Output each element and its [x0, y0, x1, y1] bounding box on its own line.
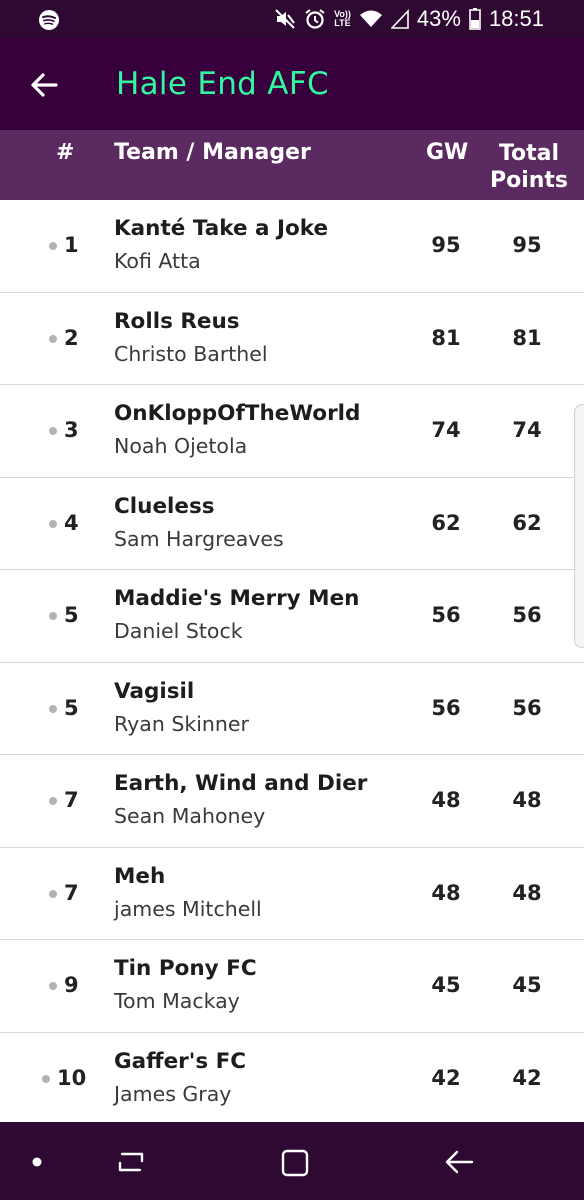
movement-dot-icon	[49, 242, 57, 250]
spotify-icon	[39, 10, 59, 30]
page-title: Hale End AFC	[116, 66, 329, 102]
wifi-icon	[359, 10, 382, 27]
gw-points: 45	[431, 973, 461, 997]
total-points: 45	[512, 973, 542, 997]
team-name: Gaffer's FC	[114, 1048, 247, 1074]
total-header-line1: Total	[498, 141, 560, 166]
clock: 18:51	[488, 6, 544, 31]
gw-column-header: GW	[426, 140, 469, 165]
table-header: # Team / Manager GW Total Points	[0, 130, 584, 200]
movement-dot-icon	[49, 334, 57, 343]
team-name: Clueless	[114, 493, 215, 519]
total-points: 48	[512, 880, 542, 905]
team-name: Kanté Take a Joke	[114, 216, 329, 241]
gw-points: 62	[431, 510, 461, 535]
movement-dot-icon	[49, 797, 57, 805]
table-row[interactable]: 2 Rolls Reus Christo Barthel 81 81	[0, 293, 584, 385]
back-arrow-icon[interactable]	[22, 62, 68, 108]
recent-apps-icon[interactable]	[114, 1148, 148, 1176]
table-row[interactable]: 1 Kanté Take a Joke Kofi Atta 95 95	[0, 200, 584, 293]
total-points: 56	[512, 695, 542, 720]
battery-percent: 43%	[416, 6, 461, 31]
gw-points: 56	[431, 603, 461, 627]
gw-points: 48	[431, 788, 461, 812]
rank-column-header: #	[56, 140, 75, 165]
manager-name: Tom Mackay	[114, 989, 240, 1013]
rank: 7	[64, 880, 79, 905]
manager-name: Kofi Atta	[114, 249, 201, 273]
app-bar: Hale End AFC	[0, 38, 584, 130]
team-manager-column-header: Team / Manager	[114, 140, 311, 165]
total-points: 56	[512, 603, 542, 627]
team-name: OnKloppOfTheWorld	[114, 401, 361, 426]
status-bar: Vo)) LTE 43% 18:51	[0, 0, 584, 38]
table-row[interactable]: 7 Earth, Wind and Dier Sean Mahoney 48 4…	[0, 755, 584, 848]
team-name: Rolls Reus	[114, 308, 240, 334]
gw-points: 74	[431, 418, 461, 442]
rank: 4	[64, 510, 79, 535]
total-points: 48	[512, 788, 542, 812]
team-name: Vagisil	[114, 678, 195, 704]
total-points: 42	[512, 1065, 542, 1090]
table-row[interactable]: 9 Tin Pony FC Tom Mackay 45 45	[0, 940, 584, 1033]
table-row[interactable]: 10 Gaffer's FC James Gray 42 42	[0, 1033, 584, 1125]
signal-icon	[390, 9, 409, 29]
rank: 5	[64, 695, 79, 720]
manager-name: Daniel Stock	[114, 619, 243, 643]
total-points: 74	[512, 418, 542, 442]
rank: 9	[64, 973, 79, 997]
movement-dot-icon	[49, 982, 57, 990]
movement-dot-icon	[49, 889, 57, 898]
manager-name: Noah Ojetola	[114, 434, 248, 458]
gw-points: 48	[431, 880, 461, 905]
rank: 7	[64, 788, 79, 812]
manager-name: James Gray	[114, 1081, 232, 1106]
movement-dot-icon	[42, 1074, 50, 1083]
rank: 2	[64, 325, 79, 350]
movement-dot-icon	[49, 519, 57, 528]
mute-icon	[275, 9, 295, 29]
gw-points: 56	[431, 695, 461, 720]
rank: 5	[64, 603, 79, 627]
total-points: 62	[512, 510, 542, 535]
manager-name: Christo Barthel	[114, 341, 268, 366]
alarm-icon	[305, 9, 325, 29]
manager-name: Sean Mahoney	[114, 804, 266, 828]
scrollbar-handle[interactable]	[574, 404, 584, 648]
back-icon[interactable]	[442, 1148, 476, 1176]
standings-table: 1 Kanté Take a Joke Kofi Atta 95 95 2 Ro…	[0, 200, 584, 1125]
total-header-line2: Points	[489, 168, 569, 193]
battery-icon	[469, 8, 481, 30]
movement-dot-icon	[49, 612, 57, 620]
total-points: 81	[512, 325, 542, 350]
gw-points: 42	[431, 1065, 461, 1090]
movement-dot-icon	[49, 704, 57, 713]
manager-name: Sam Hargreaves	[114, 526, 284, 551]
total-points-column-header: Total Points	[488, 140, 570, 194]
home-icon[interactable]	[280, 1148, 310, 1178]
volte-icon: Vo)) LTE	[334, 10, 351, 28]
team-name: Maddie's Merry Men	[114, 586, 360, 611]
manager-name: james Mitchell	[114, 896, 262, 921]
table-row[interactable]: 5 Maddie's Merry Men Daniel Stock 56 56	[0, 570, 584, 663]
home-dot-icon[interactable]	[32, 1157, 42, 1167]
table-row[interactable]: 4 Clueless Sam Hargreaves 62 62	[0, 478, 584, 570]
table-row[interactable]: 5 Vagisil Ryan Skinner 56 56	[0, 663, 584, 755]
rank: 3	[64, 418, 79, 442]
rank: 10	[57, 1065, 87, 1090]
team-name: Tin Pony FC	[114, 956, 257, 981]
gw-points: 95	[431, 233, 461, 257]
gw-points: 81	[431, 325, 461, 350]
table-row[interactable]: 3 OnKloppOfTheWorld Noah Ojetola 74 74	[0, 385, 584, 478]
table-row[interactable]: 7 Meh james Mitchell 48 48	[0, 848, 584, 940]
team-name: Earth, Wind and Dier	[114, 771, 368, 796]
system-nav-bar	[0, 1122, 584, 1200]
team-name: Meh	[114, 863, 166, 889]
manager-name: Ryan Skinner	[114, 711, 249, 736]
total-points: 95	[512, 233, 542, 257]
rank: 1	[64, 233, 79, 257]
volte-bottom-text: LTE	[334, 18, 351, 28]
movement-dot-icon	[49, 427, 57, 435]
